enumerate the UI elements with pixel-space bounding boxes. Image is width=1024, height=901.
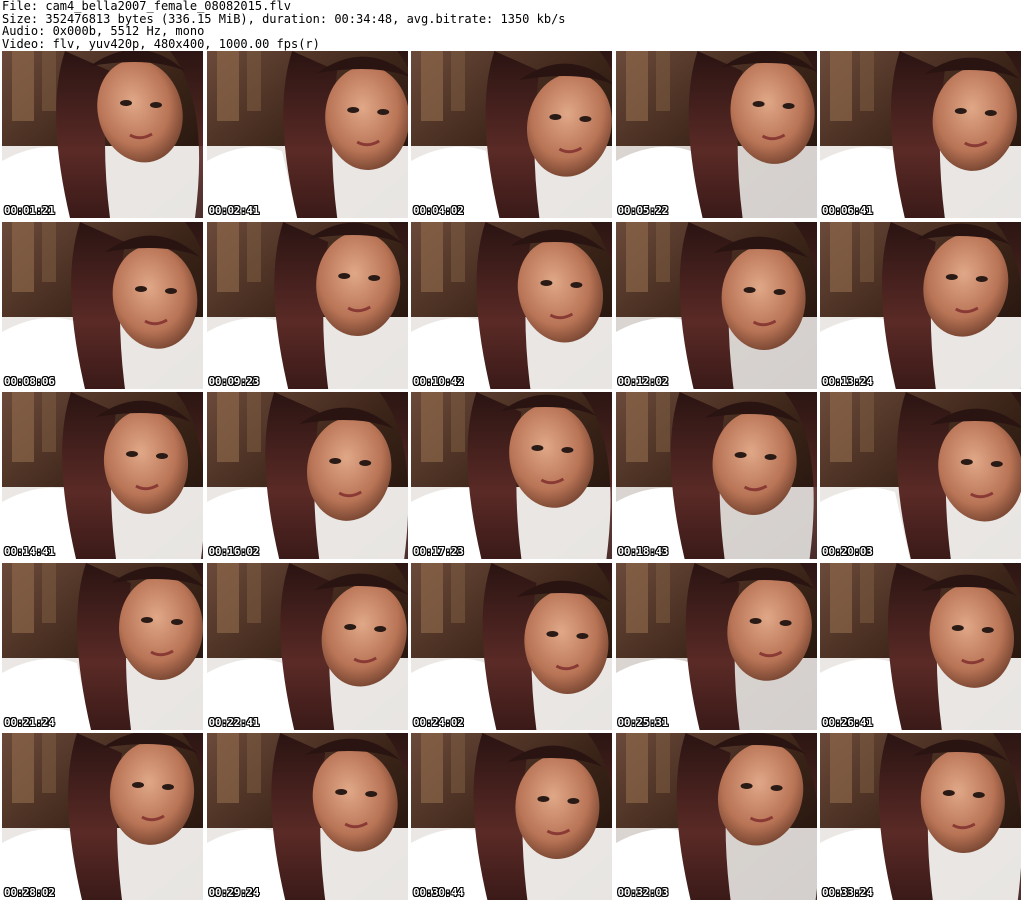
- frame-image: [2, 221, 203, 389]
- frame-timestamp: 00:16:02: [208, 545, 260, 558]
- video-frame-thumbnail: 00:25:31: [615, 562, 817, 730]
- video-frame-thumbnail: 00:02:41: [206, 51, 408, 218]
- frame-image: [820, 733, 1021, 900]
- frame-timestamp: 00:22:41: [208, 715, 260, 729]
- frame-timestamp: 00:17:23: [413, 545, 464, 558]
- frame-image: [820, 392, 1021, 559]
- frame-image: [411, 733, 612, 900]
- audio-info-line: Audio: 0x000b, 5512 Hz, mono: [2, 24, 205, 38]
- frame-image: [206, 562, 408, 730]
- file-info-header: File: cam4_bella2007_female_08082015.flv…: [2, 0, 1020, 50]
- frame-image: [820, 562, 1021, 730]
- frame-timestamp: 00:13:24: [822, 374, 873, 388]
- video-frame-thumbnail: 00:21:24: [2, 562, 203, 730]
- frame-timestamp: 00:10:42: [413, 374, 464, 388]
- frame-image: [615, 221, 817, 389]
- video-frame-thumbnail: 00:13:24: [820, 221, 1021, 389]
- video-frame-thumbnail: 00:14:41: [2, 392, 203, 559]
- frame-image: [820, 51, 1021, 218]
- frame-image: [2, 392, 203, 559]
- video-frame-thumbnail: 00:29:24: [206, 733, 408, 900]
- frame-image: [615, 392, 817, 559]
- frame-image: [206, 221, 408, 389]
- frame-image: [206, 51, 408, 218]
- video-frame-thumbnail: 00:22:41: [206, 562, 408, 730]
- frame-image: [206, 392, 408, 559]
- video-frame-thumbnail: 00:16:02: [206, 392, 408, 559]
- frame-timestamp: 00:28:02: [4, 886, 55, 899]
- video-frame-thumbnail: 00:28:02: [2, 733, 203, 900]
- video-frame-thumbnail: 00:06:41: [820, 51, 1021, 218]
- thumbnail-grid: 00:01:21 00:02:41 00:04:02 00:05:22 00:06:41…: [2, 51, 1022, 900]
- frame-timestamp: 00:04:02: [413, 204, 464, 217]
- video-frame-thumbnail: 00:32:03: [615, 733, 817, 900]
- video-frame-thumbnail: 00:08:06: [2, 221, 203, 389]
- frame-timestamp: 00:06:41: [822, 204, 873, 217]
- frame-timestamp: 00:09:23: [208, 374, 260, 388]
- frame-image: [411, 221, 612, 389]
- file-name-line: File: cam4_bella2007_female_08082015.flv: [2, 0, 291, 13]
- frame-timestamp: 00:18:43: [617, 545, 669, 558]
- frame-timestamp: 00:01:21: [4, 204, 55, 217]
- video-frame-thumbnail: 00:26:41: [820, 562, 1021, 730]
- frame-timestamp: 00:32:03: [617, 886, 669, 899]
- frame-image: [411, 51, 612, 218]
- video-frame-thumbnail: 00:10:42: [411, 221, 612, 389]
- video-frame-thumbnail: 00:12:02: [615, 221, 817, 389]
- frame-image: [2, 562, 203, 730]
- frame-image: [411, 562, 612, 730]
- frame-timestamp: 00:26:41: [822, 715, 873, 729]
- video-frame-thumbnail: 00:17:23: [411, 392, 612, 559]
- frame-timestamp: 00:02:41: [208, 204, 260, 217]
- frame-timestamp: 00:14:41: [4, 545, 55, 558]
- frame-timestamp: 00:05:22: [617, 204, 669, 217]
- frame-timestamp: 00:24:02: [413, 715, 464, 729]
- frame-timestamp: 00:33:24: [822, 886, 873, 899]
- frame-timestamp: 00:30:44: [413, 886, 464, 899]
- frame-image: [411, 392, 612, 559]
- frame-timestamp: 00:12:02: [617, 374, 669, 388]
- frame-image: [206, 733, 408, 900]
- video-frame-thumbnail: 00:33:24: [820, 733, 1021, 900]
- video-frame-thumbnail: 00:24:02: [411, 562, 612, 730]
- frame-image: [820, 221, 1021, 389]
- video-frame-thumbnail: 00:04:02: [411, 51, 612, 218]
- frame-image: [615, 733, 817, 900]
- video-frame-thumbnail: 00:20:03: [820, 392, 1021, 559]
- frame-image: [615, 562, 817, 730]
- video-frame-thumbnail: 00:05:22: [615, 51, 817, 218]
- frame-image: [615, 51, 817, 218]
- frame-timestamp: 00:08:06: [4, 374, 55, 388]
- frame-timestamp: 00:20:03: [822, 545, 873, 558]
- frame-timestamp: 00:25:31: [617, 715, 669, 729]
- video-frame-thumbnail: 00:01:21: [2, 51, 203, 218]
- video-frame-thumbnail: 00:09:23: [206, 221, 408, 389]
- video-info-line: Video: flv, yuv420p, 480x400, 1000.00 fp…: [2, 36, 320, 51]
- frame-image: [2, 51, 203, 218]
- frame-image: [2, 733, 203, 900]
- frame-timestamp: 00:29:24: [208, 886, 260, 899]
- video-frame-thumbnail: 00:30:44: [411, 733, 612, 900]
- video-frame-thumbnail: 00:18:43: [615, 392, 817, 559]
- frame-timestamp: 00:21:24: [4, 715, 55, 729]
